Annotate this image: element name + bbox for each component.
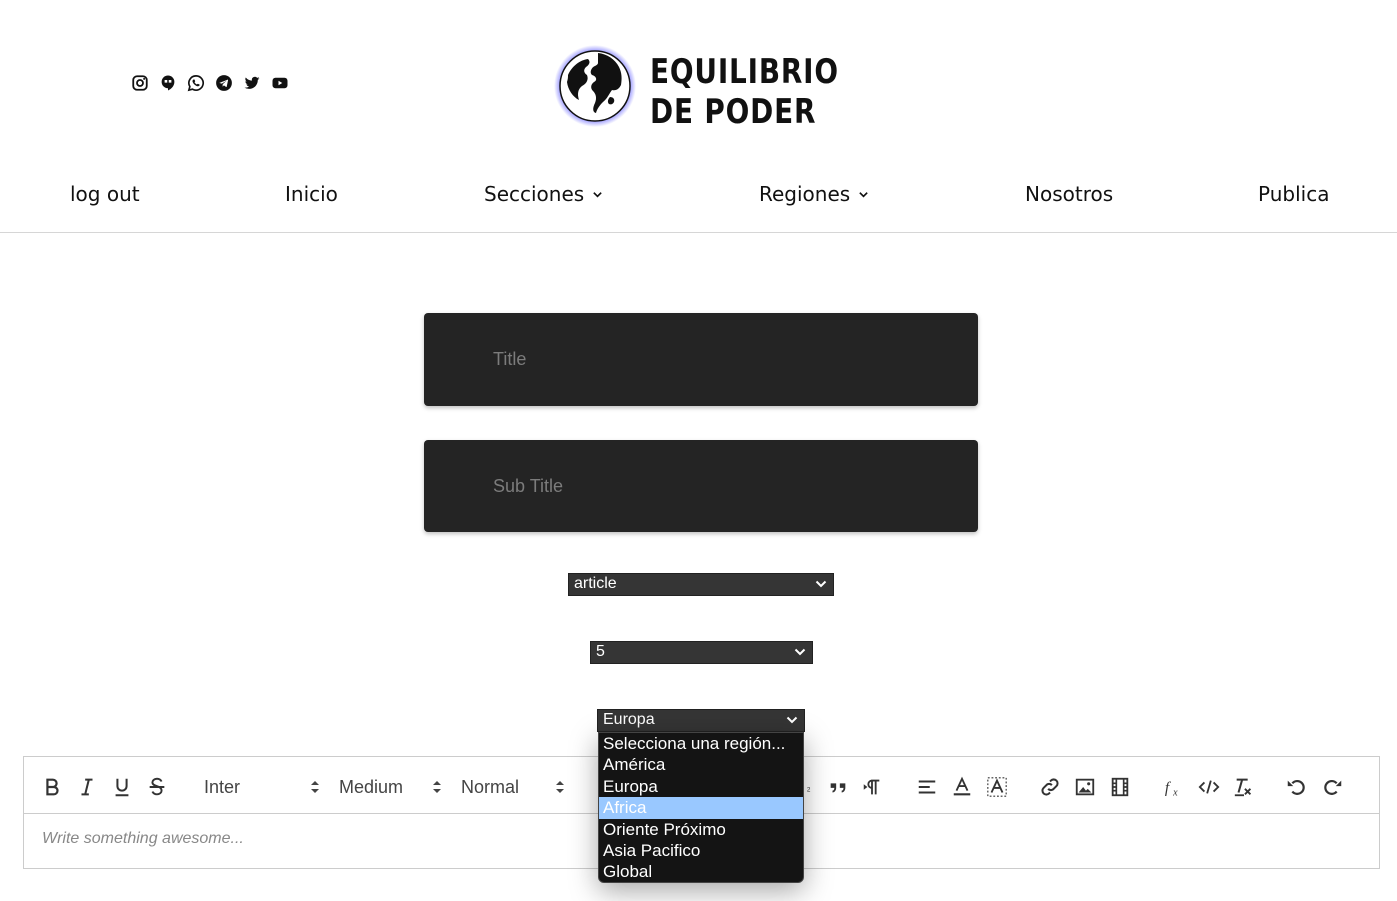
- image-button[interactable]: [1073, 775, 1097, 799]
- strike-button[interactable]: [145, 775, 169, 799]
- nav-label: Regiones: [759, 182, 851, 206]
- clear-format-button[interactable]: [1232, 775, 1256, 799]
- main-nav: log out Inicio Secciones Regiones Nosotr…: [0, 172, 1397, 233]
- logo-wordmark: EQUILIBRIO DE PODER: [650, 52, 839, 132]
- undo-icon: [1287, 779, 1305, 795]
- subtitle-input[interactable]: [424, 440, 978, 532]
- globe-logo-icon: [554, 45, 636, 127]
- nav-inicio[interactable]: Inicio: [285, 182, 338, 206]
- type-select-value: article: [574, 575, 617, 592]
- blockquote-button[interactable]: [826, 775, 850, 799]
- chevron-down-icon: [815, 580, 827, 588]
- background-color-button[interactable]: [985, 775, 1009, 799]
- region-option[interactable]: Oriente Próximo: [599, 819, 803, 840]
- align-left-icon: [918, 780, 936, 794]
- instagram-icon[interactable]: [131, 74, 149, 92]
- svg-text:f: f: [1165, 780, 1172, 797]
- title-field-wrapper: [424, 313, 978, 406]
- redo-button[interactable]: [1321, 775, 1345, 799]
- font-picker-label: Inter: [204, 776, 241, 797]
- formula-button[interactable]: fx: [1162, 775, 1186, 799]
- title-input[interactable]: [424, 313, 978, 406]
- social-links: [131, 74, 289, 92]
- nav-nosotros[interactable]: Nosotros: [1025, 182, 1113, 206]
- italic-icon: [81, 778, 93, 796]
- weight-picker-label: Medium: [339, 776, 404, 797]
- region-option[interactable]: Selecciona una región...: [599, 733, 803, 754]
- text-color-button[interactable]: [950, 775, 974, 799]
- underline-button[interactable]: [110, 775, 134, 799]
- chevron-down-icon: [794, 648, 806, 656]
- link-icon: [1041, 778, 1059, 796]
- up-down-arrows-icon: [556, 781, 564, 793]
- region-option-highlighted[interactable]: Africa: [599, 797, 803, 819]
- region-option[interactable]: Europa: [599, 776, 803, 797]
- telegram-icon[interactable]: [215, 74, 233, 92]
- number-select-value: 5: [596, 643, 605, 660]
- number-select[interactable]: 5: [590, 641, 813, 664]
- up-down-arrows-icon: [433, 781, 441, 793]
- subtitle-field-wrapper: [424, 440, 978, 532]
- hangouts-icon[interactable]: [159, 74, 177, 92]
- region-option[interactable]: Global: [599, 861, 803, 882]
- formula-icon: fx: [1165, 780, 1178, 799]
- code-icon: [1198, 780, 1220, 794]
- whatsapp-icon[interactable]: [187, 74, 205, 92]
- region-select-value: Europa: [603, 711, 655, 728]
- size-picker-label: Normal: [461, 776, 520, 797]
- video-button[interactable]: [1108, 775, 1132, 799]
- image-icon: [1075, 778, 1095, 796]
- region-option[interactable]: América: [599, 754, 803, 775]
- video-film-icon: [1111, 777, 1129, 797]
- svg-text:2: 2: [807, 787, 811, 794]
- text-direction-button[interactable]: [860, 775, 884, 799]
- nav-label: Secciones: [484, 182, 585, 206]
- align-button[interactable]: [915, 775, 939, 799]
- region-option[interactable]: Asia Pacifico: [599, 840, 803, 861]
- nav-publica[interactable]: Publica: [1258, 182, 1329, 206]
- paragraph-direction-icon: [863, 779, 880, 795]
- region-select[interactable]: Europa: [597, 709, 805, 732]
- text-color-icon: [953, 776, 971, 796]
- logo-line-2: DE PODER: [650, 92, 817, 132]
- nav-label: log out: [70, 182, 140, 206]
- nav-log-out[interactable]: log out: [70, 182, 140, 206]
- redo-icon: [1324, 779, 1342, 795]
- font-family-picker[interactable]: Inter: [204, 775, 322, 799]
- nav-label: Nosotros: [1025, 182, 1114, 206]
- quote-icon: [830, 783, 846, 793]
- chevron-down-icon: [786, 716, 798, 724]
- chevron-down-icon: [593, 191, 602, 198]
- bold-icon: [46, 778, 59, 796]
- strikethrough-icon: [149, 777, 165, 796]
- region-dropdown-list: Selecciona una región... América Europa …: [598, 732, 804, 883]
- clear-formatting-icon: [1234, 778, 1252, 797]
- logo-line-1: EQUILIBRIO: [650, 52, 839, 92]
- twitter-icon[interactable]: [243, 74, 261, 92]
- nav-label: Publica: [1258, 182, 1330, 206]
- underline-icon: [115, 778, 129, 797]
- link-button[interactable]: [1038, 775, 1062, 799]
- youtube-icon[interactable]: [271, 74, 289, 92]
- undo-button[interactable]: [1284, 775, 1308, 799]
- nav-regiones[interactable]: Regiones: [759, 182, 869, 206]
- font-size-picker[interactable]: Normal: [461, 775, 567, 799]
- type-select[interactable]: article: [568, 573, 834, 596]
- font-weight-picker[interactable]: Medium: [339, 775, 444, 799]
- svg-text:x: x: [1172, 787, 1178, 798]
- code-block-button[interactable]: [1197, 775, 1221, 799]
- nav-label: Inicio: [285, 182, 338, 206]
- site-logo[interactable]: EQUILIBRIO DE PODER: [552, 42, 838, 134]
- highlight-color-icon: [987, 777, 1007, 797]
- editor-placeholder: Write something awesome...: [42, 830, 244, 847]
- italic-button[interactable]: [75, 775, 99, 799]
- bold-button[interactable]: [40, 775, 64, 799]
- nav-secciones[interactable]: Secciones: [484, 182, 603, 206]
- editor-content-area[interactable]: Write something awesome...: [42, 830, 244, 848]
- chevron-down-icon: [859, 191, 868, 198]
- up-down-arrows-icon: [311, 781, 319, 793]
